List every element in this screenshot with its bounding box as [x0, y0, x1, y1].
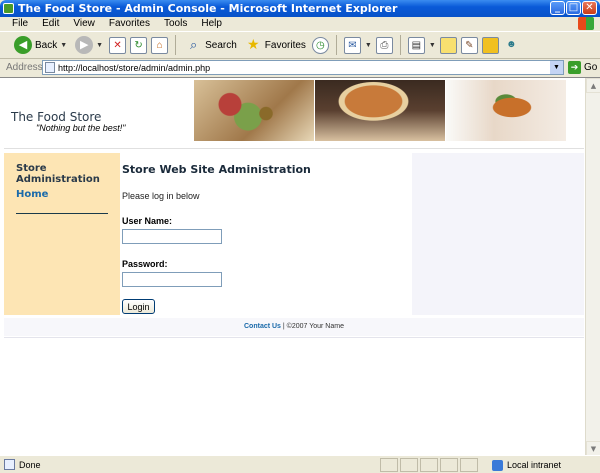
store-name: The Food Store — [11, 110, 102, 124]
contact-us-link[interactable]: Contact Us — [244, 323, 281, 330]
address-bar: Address http://localhost/store/admin/adm… — [0, 59, 600, 76]
toolbar-separator — [175, 35, 177, 55]
history-icon[interactable]: ◷ — [311, 36, 329, 54]
back-label: Back — [35, 39, 58, 51]
ie-app-icon — [3, 3, 14, 14]
site-footer: Contact Us | ©2007 Your Name — [4, 318, 584, 336]
back-arrow-icon: ◀ — [14, 36, 32, 54]
contacts-icon[interactable]: ☻ — [503, 37, 520, 54]
minimize-button[interactable]: _ — [550, 1, 565, 15]
star-icon: ★ — [247, 35, 260, 52]
address-input[interactable]: http://localhost/store/admin/admin.php ▼ — [42, 60, 564, 75]
address-label: Address — [6, 62, 43, 73]
footer-divider — [4, 337, 584, 338]
forward-dropdown-icon[interactable]: ▼ — [96, 42, 103, 49]
back-button[interactable]: ◀ Back ▼ — [12, 33, 69, 57]
store-tagline: "Nothing but the best!" — [36, 123, 126, 133]
search-button[interactable]: ⌕ Search — [183, 33, 239, 57]
address-dropdown-icon[interactable]: ▼ — [550, 61, 563, 74]
sidebar-title: Store Administration — [16, 163, 100, 185]
admin-sidebar: Store Administration Home — [4, 153, 120, 315]
status-panel — [460, 458, 478, 472]
forward-button[interactable]: ▶ ▼ — [73, 33, 105, 57]
food-photo-dessert — [446, 80, 566, 141]
favorites-button[interactable]: ★ Favorites — [243, 33, 308, 57]
scroll-up-icon[interactable]: ▲ — [586, 78, 600, 93]
login-panel: Store Web Site Administration Please log… — [120, 153, 412, 315]
forward-arrow-icon: ▶ — [75, 36, 94, 54]
food-photo-soup — [315, 80, 445, 141]
status-bar: Done Local intranet — [0, 455, 600, 473]
search-icon: ⌕ — [189, 36, 198, 52]
edit-dropdown-icon[interactable]: ▼ — [429, 42, 436, 49]
home-icon[interactable]: ⌂ — [151, 36, 169, 54]
address-url: http://localhost/store/admin/admin.php — [58, 62, 211, 73]
back-dropdown-icon[interactable]: ▼ — [60, 42, 67, 49]
menu-tools[interactable]: Tools — [164, 17, 187, 31]
toolbar-separator — [335, 35, 337, 55]
research-icon[interactable]: ✎ — [460, 36, 478, 54]
windows-logo-icon — [578, 17, 594, 30]
go-label: Go — [584, 62, 598, 73]
toolbar-separator — [399, 35, 401, 55]
refresh-icon[interactable]: ↻ — [130, 36, 148, 54]
search-label: Search — [205, 39, 237, 51]
mail-icon[interactable]: ✉ — [343, 36, 361, 54]
zone-label: Local intranet — [507, 460, 562, 470]
username-label: User Name: — [122, 216, 173, 226]
go-button[interactable]: ➔ Go — [568, 61, 597, 74]
window-controls: _ □ ✕ — [550, 1, 597, 15]
status-text: Done — [19, 459, 41, 470]
menu-edit[interactable]: Edit — [42, 17, 59, 31]
standard-toolbar: ◀ Back ▼ ▶ ▼ ✕ ↻ ⌂ ⌕ Search ★ Favorites … — [0, 31, 600, 59]
password-input[interactable] — [122, 272, 222, 287]
maximize-button[interactable]: □ — [566, 1, 581, 15]
favorites-label: Favorites — [264, 39, 306, 51]
menu-bar: File Edit View Favorites Tools Help — [0, 17, 600, 31]
edit-icon[interactable]: ▤ — [407, 36, 425, 54]
go-arrow-icon: ➔ — [568, 61, 581, 74]
site-header: The Food Store "Nothing but the best!" — [4, 78, 584, 149]
messenger-icon[interactable] — [481, 36, 499, 54]
right-column — [412, 153, 584, 315]
menu-help[interactable]: Help — [201, 17, 222, 31]
status-panel — [440, 458, 458, 472]
status-panel — [420, 458, 438, 472]
window-titlebar[interactable]: The Food Store - Admin Console - Microso… — [0, 0, 600, 17]
vertical-scrollbar[interactable]: ▲ ▼ — [585, 78, 600, 456]
username-input[interactable] — [122, 229, 222, 244]
food-photo-salad — [194, 80, 314, 141]
sidebar-home-link[interactable]: Home — [16, 189, 120, 200]
print-icon[interactable]: ⎙ — [375, 36, 393, 54]
status-panel — [380, 458, 398, 472]
menu-view[interactable]: View — [73, 17, 95, 31]
login-intro-text: Please log in below — [122, 191, 200, 201]
page-heading: Store Web Site Administration — [122, 163, 311, 176]
password-label: Password: — [122, 259, 168, 269]
discuss-icon[interactable] — [439, 36, 457, 54]
page-done-icon — [4, 459, 15, 470]
page-viewport: The Food Store "Nothing but the best!" S… — [0, 77, 600, 456]
page-icon — [45, 62, 55, 73]
intranet-icon — [492, 459, 503, 471]
scroll-down-icon[interactable]: ▼ — [586, 441, 600, 456]
status-panels — [380, 458, 478, 472]
copyright-text: | ©2007 Your Name — [280, 323, 344, 330]
status-panel — [400, 458, 418, 472]
menu-file[interactable]: File — [12, 17, 28, 31]
mail-dropdown-icon[interactable]: ▼ — [365, 42, 372, 49]
stop-icon[interactable]: ✕ — [109, 36, 127, 54]
web-page: The Food Store "Nothing but the best!" S… — [4, 78, 584, 456]
sidebar-divider — [16, 213, 108, 214]
menu-favorites[interactable]: Favorites — [109, 17, 150, 31]
window-title: The Food Store - Admin Console - Microso… — [18, 2, 398, 15]
security-zone[interactable]: Local intranet — [492, 458, 561, 472]
login-button[interactable]: Login — [122, 299, 155, 314]
close-button[interactable]: ✕ — [582, 1, 597, 15]
